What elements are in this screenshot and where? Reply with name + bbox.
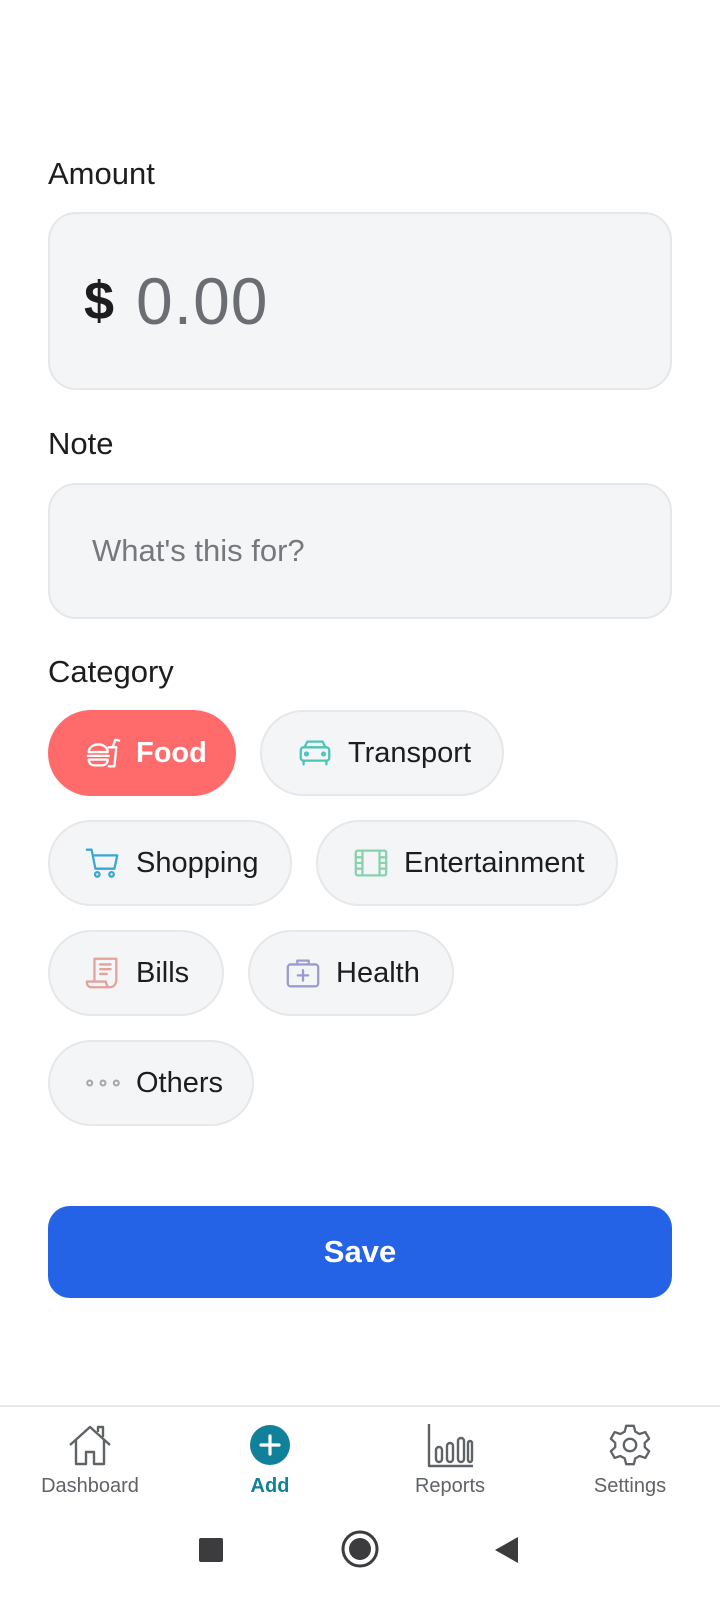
nav-label: Add (250, 1475, 290, 1497)
home-icon (66, 1421, 114, 1469)
system-navigation-bar (0, 1505, 720, 1600)
category-chip-others[interactable]: Others (48, 1040, 254, 1126)
category-chip-entertainment[interactable]: Entertainment (316, 820, 618, 906)
bar-chart-icon (426, 1421, 474, 1469)
category-chip-label: Food (136, 736, 207, 769)
category-chip-food[interactable]: Food (48, 710, 236, 796)
category-chip-label: Transport (348, 736, 472, 769)
nav-item-add[interactable]: Add (180, 1407, 360, 1505)
receipt-icon (84, 954, 122, 992)
recents-icon[interactable] (198, 1537, 224, 1568)
amount-field[interactable]: $ 0.00 (48, 212, 672, 390)
amount-label: Amount (48, 156, 155, 191)
category-chip-label: Others (136, 1066, 224, 1099)
save-button[interactable]: Save (48, 1206, 672, 1298)
gear-icon (606, 1421, 654, 1469)
film-icon (352, 844, 390, 882)
category-chip-health[interactable]: Health (248, 930, 454, 1016)
food-icon (84, 734, 122, 772)
back-icon[interactable] (492, 1535, 520, 1570)
category-chip-label: Bills (136, 956, 190, 989)
amount-input[interactable]: 0.00 (136, 263, 268, 339)
nav-label: Dashboard (41, 1475, 139, 1497)
nav-label: Reports (414, 1475, 486, 1497)
car-icon (296, 734, 334, 772)
cart-icon (84, 844, 122, 882)
nav-item-settings[interactable]: Settings (540, 1407, 720, 1505)
add-circle-icon (246, 1421, 294, 1469)
category-chip-transport[interactable]: Transport (260, 710, 504, 796)
home-button-icon[interactable] (340, 1529, 380, 1574)
nav-item-reports[interactable]: Reports (360, 1407, 540, 1505)
add-expense-screen: Amount $ 0.00 Note What's this for? Cate… (0, 0, 720, 1600)
category-chip-label: Entertainment (404, 846, 585, 879)
category-chip-label: Health (336, 956, 420, 989)
note-field[interactable]: What's this for? (48, 483, 672, 619)
bottom-navigation: Dashboard Add Reports Settings (0, 1405, 720, 1503)
note-input[interactable]: What's this for? (92, 533, 305, 569)
medical-kit-icon (284, 954, 322, 992)
category-chip-bills[interactable]: Bills (48, 930, 224, 1016)
more-dots-icon (84, 1064, 122, 1102)
category-label: Category (48, 654, 174, 689)
category-chip-shopping[interactable]: Shopping (48, 820, 292, 906)
category-chip-label: Shopping (136, 846, 259, 879)
currency-symbol: $ (84, 271, 115, 331)
nav-item-dashboard[interactable]: Dashboard (0, 1407, 180, 1505)
nav-label: Settings (593, 1475, 667, 1497)
save-button-label: Save (323, 1234, 397, 1269)
note-label: Note (48, 426, 114, 461)
